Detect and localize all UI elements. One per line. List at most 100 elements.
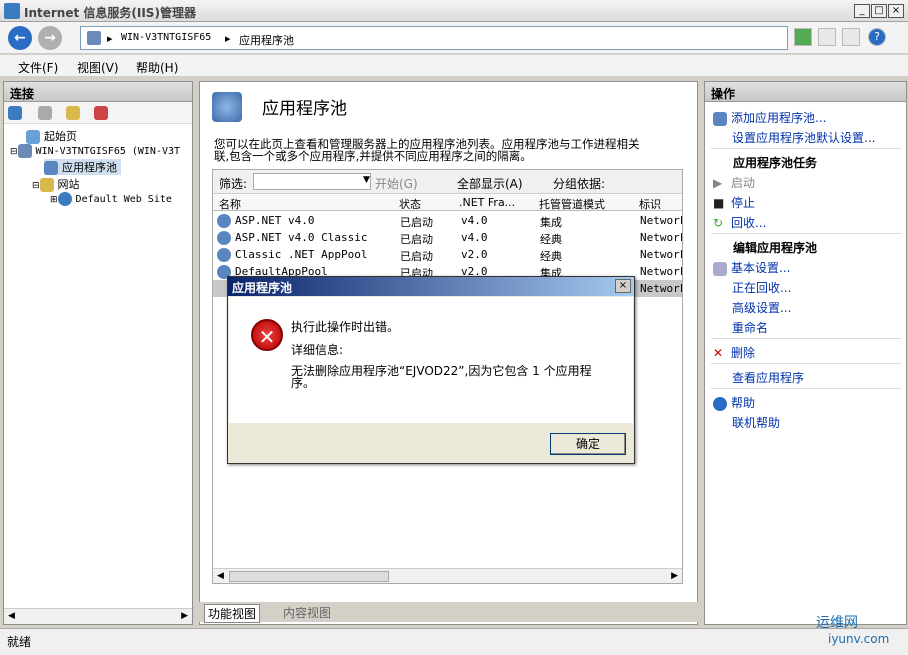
rename-link[interactable]: 重命名 <box>732 319 768 336</box>
actions-header: 操作 <box>705 82 906 102</box>
view-apps-link[interactable]: 查看应用程序 <box>732 369 804 386</box>
dialog-close-button[interactable]: × <box>615 279 631 293</box>
watermark-site: 运维网 <box>816 615 858 631</box>
menu-file[interactable]: 文件(F) <box>18 59 58 76</box>
app-pool-icon <box>44 161 58 175</box>
stop-link[interactable]: ■ 停止 <box>713 194 755 211</box>
up-folder-icon[interactable] <box>66 106 80 120</box>
advanced-settings-link[interactable]: 高级设置... <box>732 299 791 316</box>
window-title: Internet 信息服务(IIS)管理器 <box>24 6 196 20</box>
collapse-icon[interactable]: ⊟ <box>10 147 18 157</box>
stop-icon[interactable] <box>818 28 836 46</box>
tree-app-pools[interactable]: 应用程序池 <box>44 159 121 175</box>
tab-features-view[interactable]: 功能视图 <box>204 604 261 623</box>
forward-button[interactable]: → <box>38 26 62 50</box>
view-tabs: 功能视图 内容视图 <box>199 602 698 623</box>
add-pool-link[interactable]: 添加应用程序池... <box>713 109 826 126</box>
online-help-link[interactable]: 联机帮助 <box>732 414 780 431</box>
filter-start-button[interactable]: 开始(G) <box>375 175 418 192</box>
filter-bar: 筛选: ▼ 开始(G) 全部显示(A) 分组依据: <box>213 170 682 194</box>
address-field[interactable]: ▸ WIN-V3TNTGISF65 ▸ 应用程序池 <box>80 26 788 50</box>
tree-default-site[interactable]: ⊞ Default Web Site <box>50 192 172 206</box>
actions-panel: 操作 添加应用程序池... 设置应用程序池默认设置... 应用程序池任务 ▶ 启动… <box>704 81 907 625</box>
help-circle-icon <box>713 396 727 411</box>
scroll-left-icon[interactable]: ◀ <box>8 611 15 621</box>
breadcrumb-server[interactable]: WIN-V3TNTGISF65 <box>121 32 211 43</box>
divider <box>711 338 901 339</box>
tree-sites[interactable]: ⊟ 网站 <box>32 176 80 192</box>
set-defaults-link[interactable]: 设置应用程序池默认设置... <box>732 129 875 146</box>
title-bar: Internet 信息服务(IIS)管理器 _ □ × <box>0 0 908 22</box>
tab-content-view[interactable]: 内容视图 <box>283 604 331 621</box>
globe-icon <box>57 192 72 206</box>
add-pool-icon <box>713 111 727 126</box>
status-bar: 就绪 <box>0 628 908 655</box>
col-net[interactable]: .NET Fra... <box>459 196 531 209</box>
error-icon: ✕ <box>251 319 283 351</box>
table-row[interactable]: ASP.NET v4.0 Classic 已启动 v4.0 经典 Network <box>213 229 682 246</box>
scroll-left-icon[interactable]: ◀ <box>217 571 224 581</box>
edit-header: 编辑应用程序池 <box>733 241 818 255</box>
connect-icon[interactable] <box>8 106 22 120</box>
tree-start-page[interactable]: 起始页 <box>26 128 77 144</box>
filter-dropdown-icon[interactable]: ▼ <box>363 175 370 185</box>
iis-app-icon <box>4 3 20 19</box>
divider <box>711 233 901 234</box>
minimize-button[interactable]: _ <box>854 4 870 18</box>
settings-icon <box>713 261 727 276</box>
grid-horizontal-scrollbar[interactable]: ◀ ▶ <box>213 568 682 583</box>
basic-settings-link[interactable]: 基本设置... <box>713 259 790 276</box>
table-row[interactable]: ASP.NET v4.0 已启动 v4.0 集成 Network <box>213 212 682 229</box>
back-button[interactable]: ← <box>8 26 32 50</box>
col-identity[interactable]: 标识 <box>639 196 682 212</box>
connections-toolbar <box>4 102 192 124</box>
tasks-header: 应用程序池任务 <box>733 156 818 170</box>
connections-panel: 连接 起始页 ⊟ WIN-V3TNTGISF65 (WIN-V3T 应用程序池 ⊟… <box>3 81 193 625</box>
group-by-label[interactable]: 分组依据: <box>553 175 605 192</box>
stop-square-icon: ■ <box>713 196 725 210</box>
address-separator-2: ▸ <box>225 32 231 45</box>
menu-view[interactable]: 视图(V) <box>77 59 119 76</box>
status-text: 就绪 <box>7 635 32 649</box>
sites-folder-icon <box>39 178 54 192</box>
tree-server[interactable]: ⊟ WIN-V3TNTGISF65 (WIN-V3T <box>10 144 180 158</box>
server-node-icon <box>17 144 32 158</box>
disconnect-icon[interactable] <box>94 106 108 120</box>
watermark-url: iyunv.com <box>828 632 890 646</box>
close-button[interactable]: × <box>888 4 904 18</box>
expand-icon[interactable]: ⊞ <box>50 195 58 205</box>
ok-button[interactable]: 确定 <box>550 433 626 455</box>
col-mode[interactable]: 托管管道模式 <box>539 196 635 212</box>
collapse-icon[interactable]: ⊟ <box>32 181 40 191</box>
help-link[interactable]: 帮助 <box>713 394 755 411</box>
play-icon: ▶ <box>713 176 723 190</box>
col-status[interactable]: 状态 <box>399 196 455 212</box>
scroll-thumb[interactable] <box>229 571 389 582</box>
help-icon[interactable]: ? <box>868 28 886 46</box>
refresh-icon[interactable] <box>794 28 812 46</box>
recycle-link[interactable]: ↻ 回收... <box>713 214 766 231</box>
col-name[interactable]: 名称 <box>219 196 395 212</box>
page-title: 应用程序池 <box>262 99 347 119</box>
breadcrumb-page[interactable]: 应用程序池 <box>239 32 294 48</box>
divider <box>711 363 901 364</box>
dialog-title: 应用程序池 <box>228 277 634 296</box>
server-icon <box>87 31 101 45</box>
show-all-button[interactable]: 全部显示(A) <box>457 175 523 192</box>
maximize-button[interactable]: □ <box>871 4 887 18</box>
delete-link[interactable]: ✕ 删除 <box>713 344 755 361</box>
scroll-right-icon[interactable]: ▶ <box>181 611 188 621</box>
app-pool-row-icon <box>217 214 231 228</box>
divider <box>711 388 901 389</box>
scroll-right-icon[interactable]: ▶ <box>671 571 678 581</box>
home-icon[interactable] <box>842 28 860 46</box>
table-row[interactable]: Classic .NET AppPool 已启动 v2.0 经典 Network <box>213 246 682 263</box>
left-horizontal-scrollbar[interactable]: ◀ ▶ <box>4 608 192 624</box>
recycling-link[interactable]: 正在回收... <box>732 279 791 296</box>
filter-input[interactable] <box>253 173 371 190</box>
dialog-body: ✕ 执行此操作时出错。 详细信息: 无法删除应用程序池“EJVOD22”,因为它… <box>229 297 633 423</box>
save-icon[interactable] <box>38 106 52 120</box>
connections-header: 连接 <box>4 82 192 102</box>
menu-help[interactable]: 帮助(H) <box>136 59 178 76</box>
start-link[interactable]: ▶ 启动 <box>713 174 755 191</box>
